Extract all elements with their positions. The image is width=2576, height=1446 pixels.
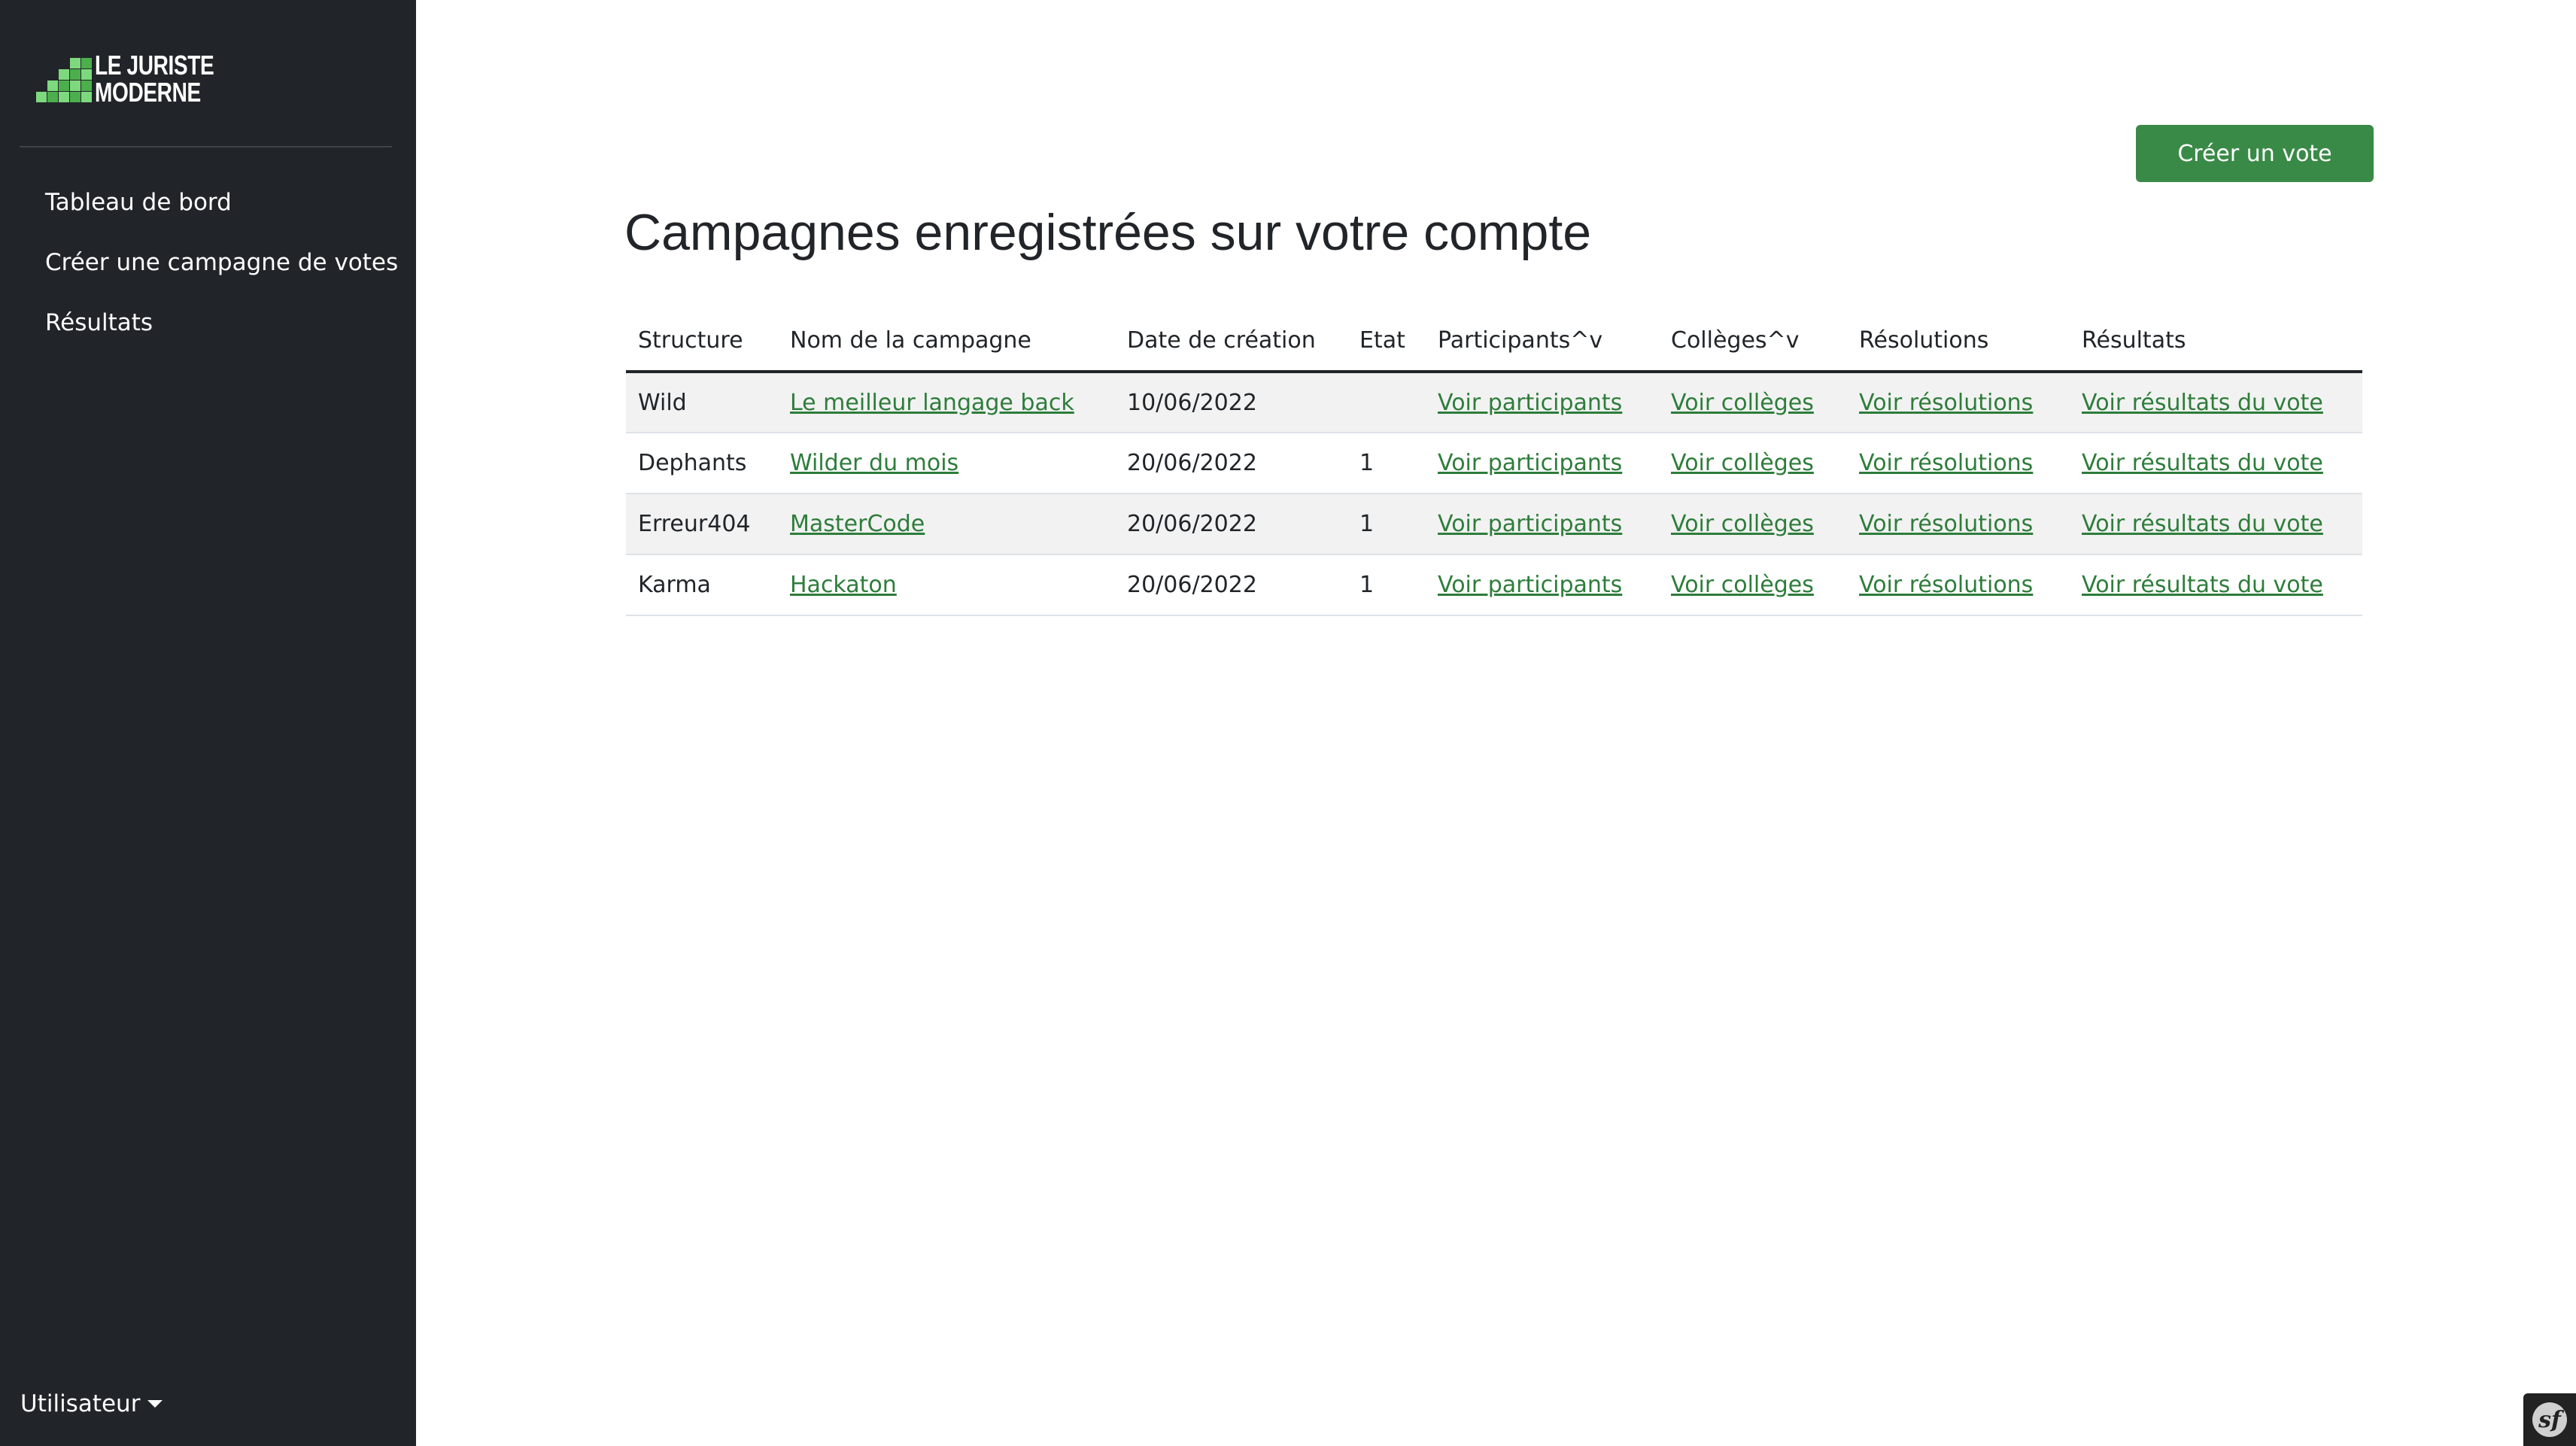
view-colleges-link[interactable]: Voir collèges <box>1671 511 1814 537</box>
header-results: Résultats <box>2070 310 2362 373</box>
view-results-link[interactable]: Voir résultats du vote <box>2082 450 2323 476</box>
table-row: Erreur404 MasterCode 20/06/2022 1 Voir p… <box>626 494 2362 555</box>
view-participants-link[interactable]: Voir participants <box>1438 390 1622 416</box>
campaign-name-link[interactable]: Le meilleur langage back <box>790 390 1074 416</box>
cell-participants: Voir participants <box>1426 433 1659 494</box>
header-participants[interactable]: Participants^v <box>1426 310 1659 373</box>
header-campaign-name: Nom de la campagne <box>778 310 1115 373</box>
symfony-icon: sf <box>2532 1402 2567 1437</box>
campaign-name-link[interactable]: MasterCode <box>790 511 925 537</box>
bar-chart-logo-icon <box>36 51 92 107</box>
cell-colleges: Voir collèges <box>1659 494 1847 555</box>
page-title: Campagnes enregistrées sur votre compte <box>624 204 1592 261</box>
cell-creation-date: 20/06/2022 <box>1115 433 1347 494</box>
cell-state: 1 <box>1347 494 1426 555</box>
cell-resolutions: Voir résolutions <box>1847 433 2070 494</box>
cell-campaign-name: Hackaton <box>778 554 1115 616</box>
caret-down-icon <box>147 1400 163 1408</box>
cell-results: Voir résultats du vote <box>2070 372 2362 433</box>
table-row: Dephants Wilder du mois 20/06/2022 1 Voi… <box>626 433 2362 494</box>
sidebar-item-create-campaign[interactable]: Créer une campagne de votes <box>45 245 398 305</box>
brand-line-1: LE JURISTE <box>95 50 214 81</box>
user-menu-dropdown[interactable]: Utilisateur <box>20 1390 163 1417</box>
brand-line-2: MODERNE <box>95 77 201 108</box>
cell-creation-date: 10/06/2022 <box>1115 372 1347 433</box>
header-colleges[interactable]: Collèges^v <box>1659 310 1847 373</box>
cell-colleges: Voir collèges <box>1659 433 1847 494</box>
cell-creation-date: 20/06/2022 <box>1115 554 1347 616</box>
cell-campaign-name: Wilder du mois <box>778 433 1115 494</box>
brand-name: LE JURISTE MODERNE <box>95 52 214 106</box>
sidebar-divider <box>20 146 392 147</box>
cell-resolutions: Voir résolutions <box>1847 554 2070 616</box>
table-row: Karma Hackaton 20/06/2022 1 Voir partici… <box>626 554 2362 616</box>
cell-creation-date: 20/06/2022 <box>1115 494 1347 555</box>
header-resolutions: Résolutions <box>1847 310 2070 373</box>
view-resolutions-link[interactable]: Voir résolutions <box>1859 572 2033 598</box>
create-vote-button[interactable]: Créer un vote <box>2136 125 2374 182</box>
cell-structure: Karma <box>626 554 778 616</box>
cell-results: Voir résultats du vote <box>2070 433 2362 494</box>
view-colleges-link[interactable]: Voir collèges <box>1671 390 1814 416</box>
view-results-link[interactable]: Voir résultats du vote <box>2082 390 2323 416</box>
sidebar-nav: Tableau de bord Créer une campagne de vo… <box>45 184 398 365</box>
cell-campaign-name: MasterCode <box>778 494 1115 555</box>
cell-resolutions: Voir résolutions <box>1847 494 2070 555</box>
header-structure: Structure <box>626 310 778 373</box>
cell-participants: Voir participants <box>1426 372 1659 433</box>
view-participants-link[interactable]: Voir participants <box>1438 511 1622 537</box>
sidebar: LE JURISTE MODERNE Tableau de bord Créer… <box>0 0 416 1446</box>
debug-toolbar-toggle[interactable]: sf <box>2523 1393 2576 1446</box>
header-state: Etat <box>1347 310 1426 373</box>
campaign-name-link[interactable]: Hackaton <box>790 572 897 598</box>
view-results-link[interactable]: Voir résultats du vote <box>2082 572 2323 598</box>
table-row: Wild Le meilleur langage back 10/06/2022… <box>626 372 2362 433</box>
cell-colleges: Voir collèges <box>1659 372 1847 433</box>
view-resolutions-link[interactable]: Voir résolutions <box>1859 511 2033 537</box>
cell-structure: Wild <box>626 372 778 433</box>
brand-logo[interactable]: LE JURISTE MODERNE <box>36 51 248 107</box>
campaigns-table: Structure Nom de la campagne Date de cré… <box>626 310 2362 616</box>
cell-results: Voir résultats du vote <box>2070 494 2362 555</box>
campaign-name-link[interactable]: Wilder du mois <box>790 450 958 476</box>
view-resolutions-link[interactable]: Voir résolutions <box>1859 450 2033 476</box>
view-colleges-link[interactable]: Voir collèges <box>1671 450 1814 476</box>
table-header-row: Structure Nom de la campagne Date de cré… <box>626 310 2362 373</box>
cell-state: 1 <box>1347 433 1426 494</box>
cell-structure: Erreur404 <box>626 494 778 555</box>
cell-structure: Dephants <box>626 433 778 494</box>
cell-colleges: Voir collèges <box>1659 554 1847 616</box>
view-resolutions-link[interactable]: Voir résolutions <box>1859 390 2033 416</box>
cell-participants: Voir participants <box>1426 494 1659 555</box>
view-colleges-link[interactable]: Voir collèges <box>1671 572 1814 598</box>
cell-campaign-name: Le meilleur langage back <box>778 372 1115 433</box>
sidebar-item-dashboard[interactable]: Tableau de bord <box>45 184 398 245</box>
sidebar-item-results[interactable]: Résultats <box>45 305 398 365</box>
user-menu-label: Utilisateur <box>20 1390 141 1417</box>
view-participants-link[interactable]: Voir participants <box>1438 450 1622 476</box>
cell-results: Voir résultats du vote <box>2070 554 2362 616</box>
cell-state: 1 <box>1347 554 1426 616</box>
header-creation-date: Date de création <box>1115 310 1347 373</box>
cell-state <box>1347 372 1426 433</box>
cell-participants: Voir participants <box>1426 554 1659 616</box>
view-participants-link[interactable]: Voir participants <box>1438 572 1622 598</box>
view-results-link[interactable]: Voir résultats du vote <box>2082 511 2323 537</box>
cell-resolutions: Voir résolutions <box>1847 372 2070 433</box>
